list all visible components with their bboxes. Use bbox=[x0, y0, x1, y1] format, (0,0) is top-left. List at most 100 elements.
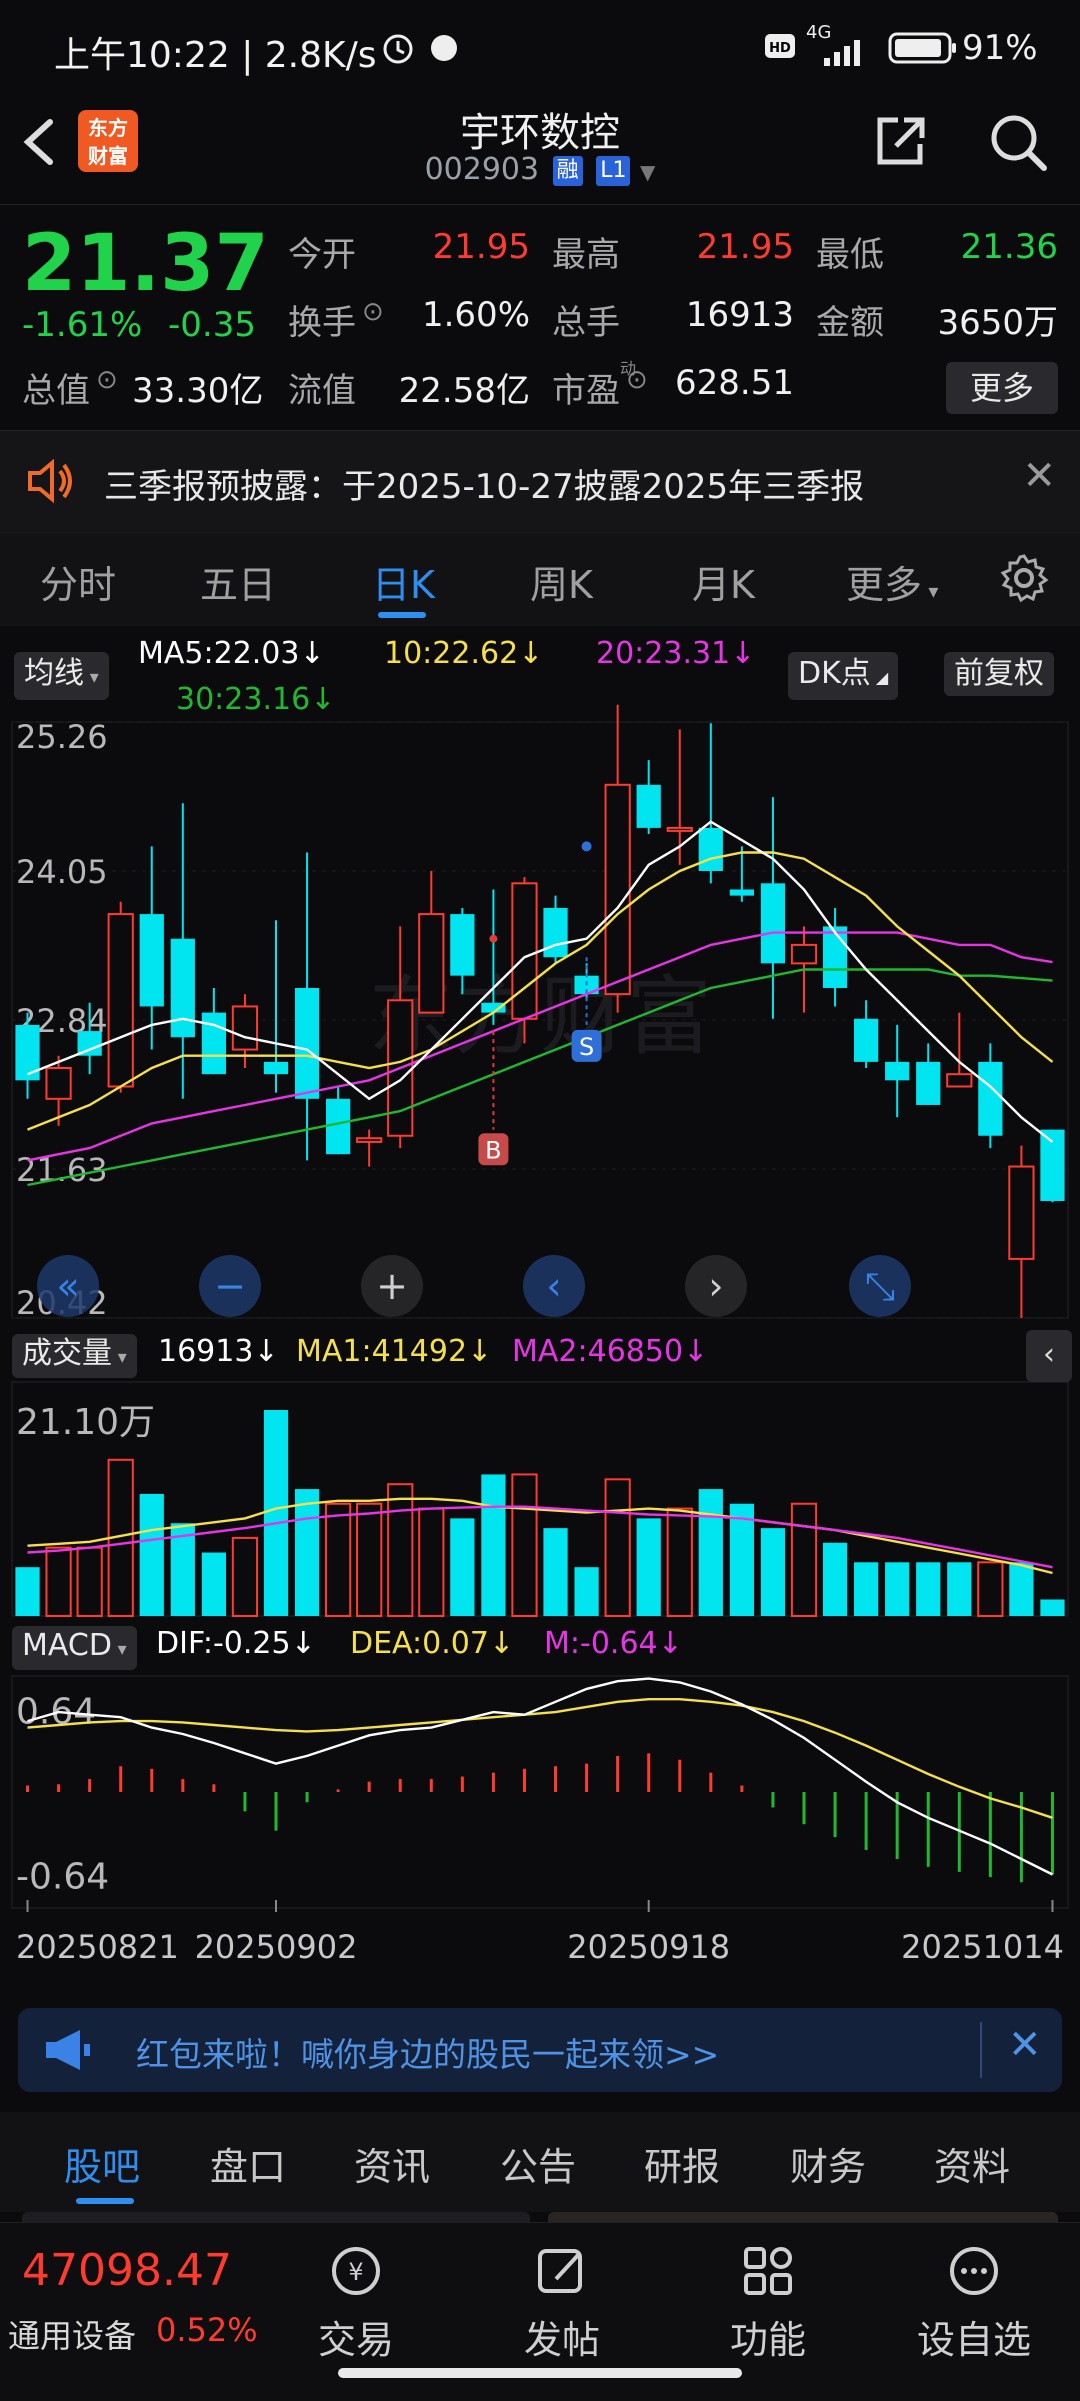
active-tab-indicator bbox=[378, 612, 426, 618]
volume-ma1-legend: MA1:41492↓ bbox=[296, 1334, 493, 1369]
macd-dif-legend: DIF:-0.25↓ bbox=[156, 1626, 316, 1661]
volume-bar bbox=[947, 1562, 972, 1616]
more-dots-icon bbox=[950, 2247, 998, 2295]
volume-bar bbox=[977, 1561, 1004, 1618]
volume-bar bbox=[15, 1567, 40, 1616]
collapse-panel-button[interactable]: ‹ bbox=[1026, 1330, 1072, 1382]
tab-news[interactable]: 资讯 bbox=[354, 2136, 430, 2191]
close-icon[interactable]: ✕ bbox=[1022, 453, 1056, 499]
macd-selector[interactable]: MACD ▾ bbox=[12, 1626, 137, 1670]
candle-body bbox=[543, 907, 568, 958]
candle-body bbox=[946, 1073, 973, 1088]
kline-chart-area[interactable]: 均线 ▾ MA5:22.03↓ 10:22.62↓ 20:23.31↓ 30:2… bbox=[0, 626, 1080, 1996]
tab-pankou[interactable]: 盘口 bbox=[210, 2136, 286, 2191]
volume-bar bbox=[543, 1528, 568, 1616]
tab-more[interactable]: 更多 ▾ bbox=[846, 554, 938, 609]
nav-trade[interactable]: ¥ 交易 bbox=[296, 2243, 416, 2364]
volume-bar bbox=[418, 1507, 445, 1617]
notice-bar[interactable]: 三季报预披露：于2025-10-27披露2025年三季报 ✕ bbox=[0, 430, 1080, 536]
notification-icon bbox=[428, 32, 460, 68]
expand-icon: + bbox=[376, 1264, 408, 1308]
sell-marker-label: S bbox=[579, 1033, 594, 1061]
x-tick-label: 20250821 bbox=[16, 1928, 179, 1966]
volume-bar bbox=[574, 1567, 599, 1616]
macd-y-tick-label: -0.64 bbox=[16, 1856, 109, 1897]
tab-guba[interactable]: 股吧 bbox=[64, 2136, 140, 2191]
volume-bar bbox=[760, 1528, 786, 1616]
svg-text:¥: ¥ bbox=[348, 2258, 363, 2286]
signal-icon bbox=[806, 40, 872, 72]
volume-bar bbox=[356, 1502, 383, 1617]
battery-icon bbox=[888, 30, 958, 70]
tab-five-day[interactable]: 五日 bbox=[200, 554, 276, 609]
candle-body bbox=[201, 1012, 226, 1075]
high-value: 21.95 bbox=[696, 227, 794, 267]
candle-body bbox=[356, 1137, 383, 1143]
prev-icon: ‹ bbox=[546, 1264, 561, 1308]
close-icon[interactable]: ✕ bbox=[1008, 2022, 1042, 2068]
sector-index-value[interactable]: 47098.47 bbox=[22, 2245, 232, 2296]
margin-badge: 融 bbox=[552, 155, 583, 186]
status-bar: 上午10:22 | 2.8K/s HD 4G 91% bbox=[0, 0, 1080, 100]
last-price: 21.37 bbox=[22, 219, 269, 309]
volume-panel-frame bbox=[11, 1381, 1069, 1617]
volume-bar bbox=[916, 1562, 941, 1616]
volume-bar bbox=[698, 1489, 723, 1616]
low-value: 21.36 bbox=[960, 227, 1058, 267]
nav-functions[interactable]: 功能 bbox=[708, 2243, 828, 2364]
y-tick-label: 24.05 bbox=[16, 853, 108, 891]
tab-announcements[interactable]: 公告 bbox=[500, 2136, 576, 2191]
settings-gear-icon[interactable] bbox=[998, 552, 1050, 608]
edit-icon bbox=[538, 2249, 582, 2293]
low-label: 最低 bbox=[816, 235, 884, 275]
info-icon[interactable]: ⊙ bbox=[362, 297, 384, 327]
candle-body bbox=[45, 1067, 72, 1100]
x-tick-label: 20250918 bbox=[567, 1928, 730, 1966]
tab-monthly-k[interactable]: 月K bbox=[692, 554, 755, 609]
candle-body bbox=[107, 913, 134, 1088]
volume-bar bbox=[325, 1502, 352, 1617]
tab-daily-k[interactable]: 日K bbox=[372, 554, 435, 609]
sector-name[interactable]: 通用设备 bbox=[8, 2311, 136, 2357]
search-icon[interactable] bbox=[986, 110, 1050, 174]
active-tab-indicator bbox=[76, 2198, 134, 2204]
volume-bar bbox=[604, 1478, 631, 1618]
info-icon[interactable]: ⊙ bbox=[626, 365, 648, 395]
x-tick-label: 20250902 bbox=[195, 1928, 358, 1966]
candle-body bbox=[636, 784, 661, 828]
candle-body bbox=[418, 913, 445, 1014]
candle-body bbox=[326, 1098, 351, 1155]
volume-selector[interactable]: 成交量 ▾ bbox=[12, 1334, 137, 1378]
candle-body bbox=[231, 1005, 259, 1051]
volume-bar bbox=[511, 1473, 538, 1618]
pe-label: 市盈 bbox=[552, 371, 620, 411]
info-icon[interactable]: ⊙ bbox=[96, 365, 118, 395]
tab-research[interactable]: 研报 bbox=[644, 2136, 720, 2191]
trade-icon: ¥ bbox=[332, 2247, 380, 2295]
candle-body bbox=[294, 987, 320, 1099]
nav-post[interactable]: 发帖 bbox=[502, 2243, 622, 2364]
open-value: 21.95 bbox=[432, 227, 530, 267]
tab-weekly-k[interactable]: 周K bbox=[530, 554, 593, 609]
change-amount: -0.35 bbox=[168, 305, 256, 345]
grid-icon bbox=[744, 2247, 792, 2295]
next-icon: › bbox=[708, 1264, 723, 1308]
home-indicator[interactable] bbox=[338, 2368, 742, 2378]
zoom-out-icon: « bbox=[56, 1264, 79, 1308]
share-icon[interactable] bbox=[868, 110, 932, 174]
float-value: 22.58亿 bbox=[398, 371, 530, 411]
volume-value: 16913 bbox=[685, 295, 794, 335]
chevron-down-icon[interactable]: ▼ bbox=[640, 160, 655, 184]
kline-svg[interactable]: 25.2624.0522.8421.6320.42东方财富BS«−+‹›⤡21.… bbox=[0, 626, 1080, 1996]
stock-code: 002903 bbox=[424, 152, 540, 187]
candle-body bbox=[760, 883, 786, 964]
change-percent: -1.61% bbox=[22, 305, 143, 345]
nav-add-watchlist[interactable]: 设自选 bbox=[914, 2243, 1034, 2364]
tab-intraday[interactable]: 分时 bbox=[40, 554, 116, 609]
more-button[interactable]: 更多 bbox=[946, 362, 1058, 414]
red-packet-banner[interactable]: 红包来啦！喊你身边的股民一起来领>> ✕ bbox=[18, 2008, 1062, 2092]
tab-profile[interactable]: 资料 bbox=[934, 2136, 1010, 2191]
svg-text:HD: HD bbox=[769, 41, 791, 56]
notice-text: 三季报预披露：于2025-10-27披露2025年三季报 bbox=[104, 467, 865, 507]
tab-finance[interactable]: 财务 bbox=[790, 2136, 866, 2191]
